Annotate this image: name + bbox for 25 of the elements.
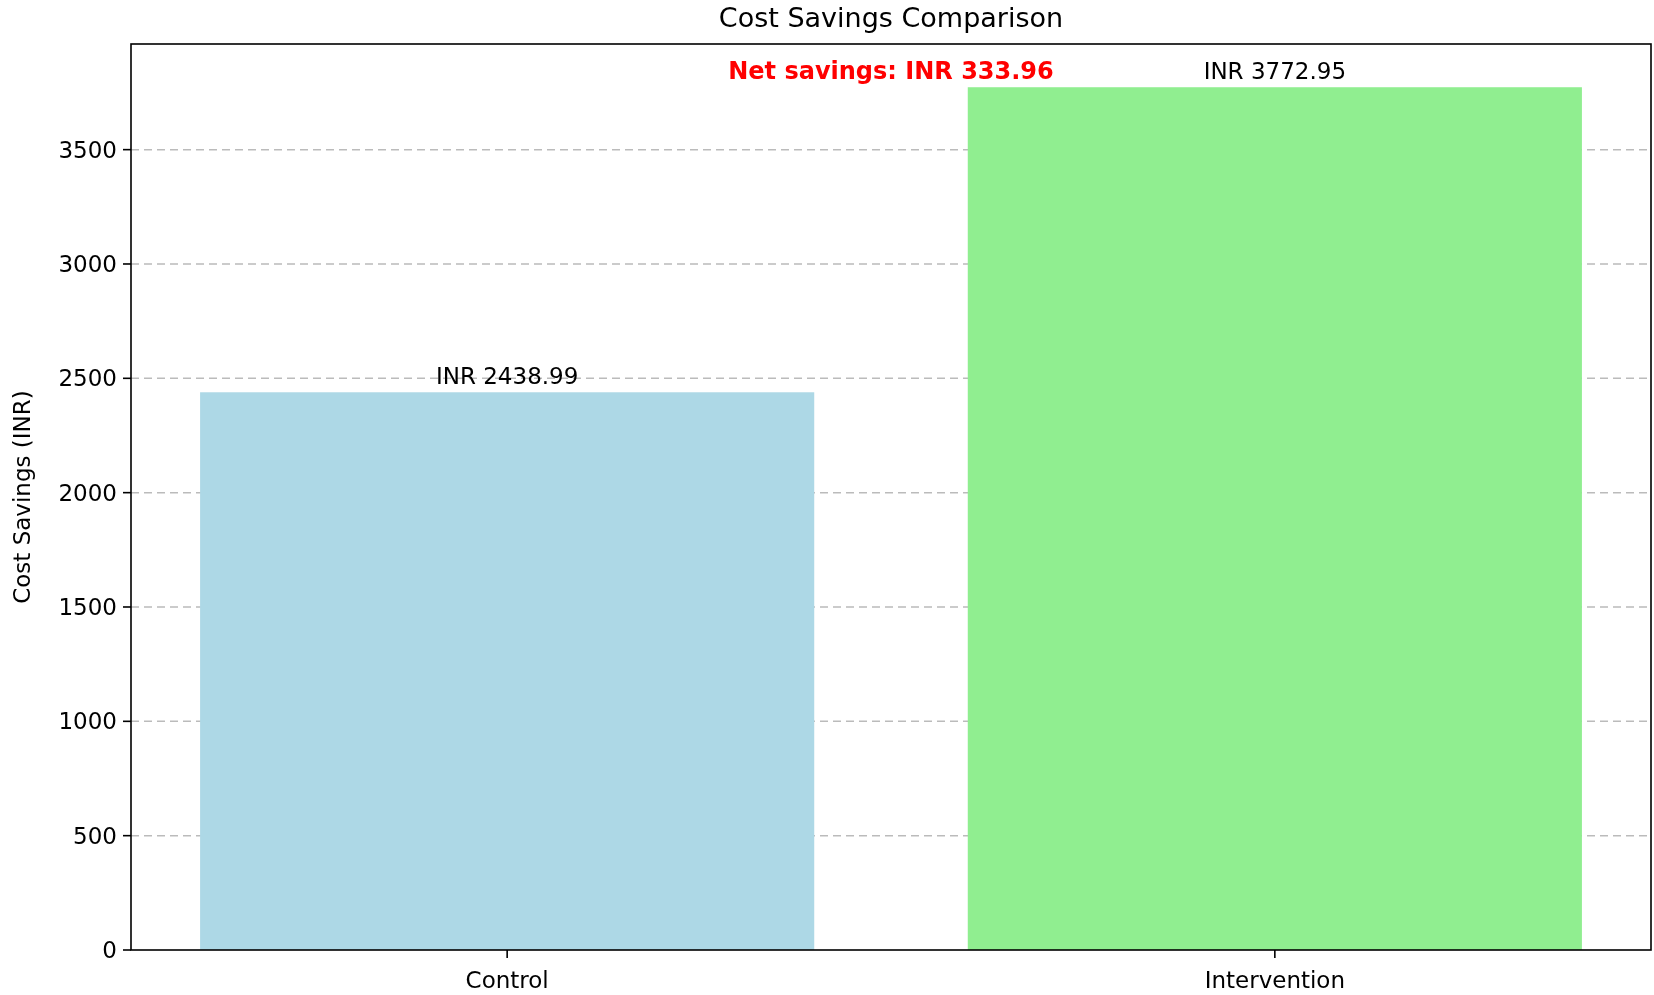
tick-mark [122,834,132,837]
y-tick-label: 2500 [58,365,117,392]
y-tick-label: 3500 [58,136,117,163]
tick-mark [122,606,132,608]
x-tick-label: Intervention [1204,967,1346,993]
value-label: INR 3772.95 [1203,58,1347,85]
tick-mark [122,377,132,380]
y-tick-label: 1500 [58,594,117,620]
x-tick-label: Control [465,967,549,993]
y-tick-label: 3000 [58,251,117,277]
y-tick-label: 1000 [58,708,117,735]
chart-title: Cost Savings Comparison [718,2,1064,33]
net-savings-annotation: Net savings: INR 333.96 [728,57,1054,85]
y-tick-label: 500 [73,822,117,849]
y-tick-label: 0 [102,937,117,963]
tick-mark [122,263,132,265]
tick-mark [122,491,132,494]
tick-mark [506,949,508,959]
y-axis-label: Cost Savings (INR) [9,390,35,604]
tick-mark [1274,949,1276,959]
value-label: INR 2438.99 [435,363,579,390]
y-tick-label: 2000 [58,479,117,506]
tick-mark [122,720,132,723]
tick-mark [122,148,132,151]
tick-mark [122,949,132,951]
